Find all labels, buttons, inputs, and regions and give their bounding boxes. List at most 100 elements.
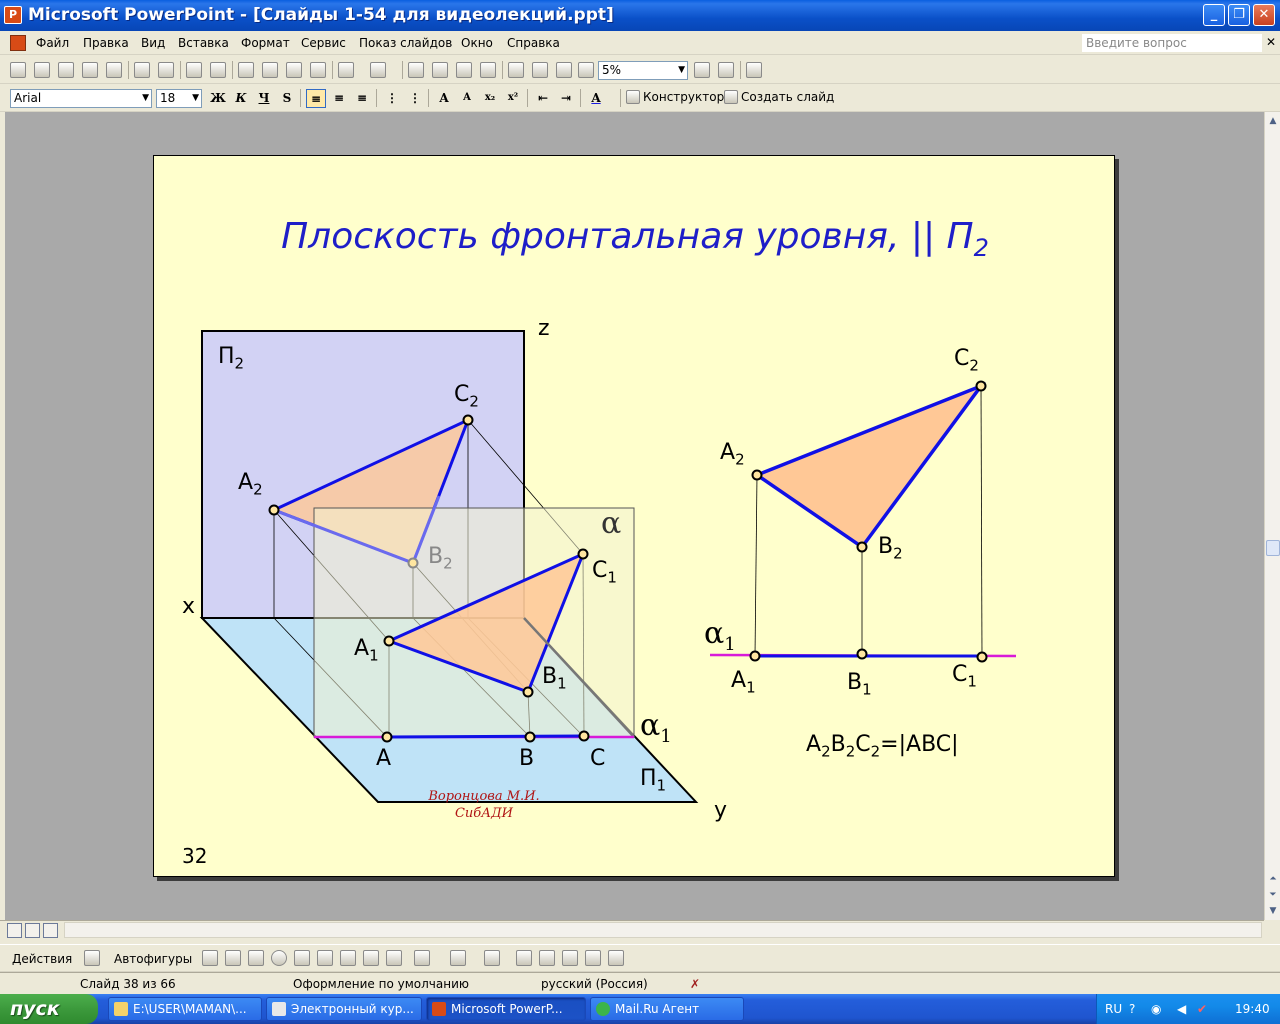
format-painter-icon[interactable] — [310, 62, 326, 78]
picture-icon[interactable] — [386, 950, 402, 966]
back-tray-icon[interactable]: ◀ — [1177, 1002, 1186, 1016]
task-mailru-agent[interactable]: Mail.Ru Агент — [590, 997, 744, 1021]
maximize-button[interactable]: ❐ — [1228, 4, 1250, 26]
menu-insert[interactable]: Вставка — [178, 36, 229, 50]
underline-button[interactable]: Ч — [254, 89, 274, 108]
diagram-icon[interactable] — [340, 950, 356, 966]
new-icon[interactable] — [10, 62, 26, 78]
permission-icon[interactable] — [82, 62, 98, 78]
slide-canvas[interactable]: Плоскость фронтальная уровня, || П2 z x … — [153, 155, 1115, 877]
align-center-icon[interactable]: ≡ — [329, 89, 349, 108]
slideshow-view-icon[interactable] — [43, 923, 58, 938]
expand-icon[interactable] — [508, 62, 524, 78]
arrow-icon[interactable] — [225, 950, 241, 966]
actions-menu[interactable]: Действия — [12, 952, 72, 966]
italic-button[interactable]: К — [231, 89, 251, 108]
save-icon[interactable] — [58, 62, 74, 78]
menu-view[interactable]: Вид — [141, 36, 165, 50]
task-explorer[interactable]: E:\USER\MAMAN\... — [108, 997, 262, 1021]
tables-borders-icon[interactable] — [456, 62, 472, 78]
menu-file[interactable]: Файл — [36, 36, 69, 50]
next-slide-icon[interactable]: ⏷ — [1266, 888, 1280, 902]
powerpoint-app-icon[interactable]: P — [4, 6, 22, 24]
subscript-icon[interactable]: x₂ — [480, 89, 500, 108]
line-color-icon[interactable] — [450, 950, 466, 966]
vertical-scrollbar[interactable]: ▲ ⏶ ⏷ ▼ — [1264, 112, 1280, 920]
color-grayscale-icon[interactable] — [578, 62, 594, 78]
bold-button[interactable]: Ж — [208, 89, 228, 108]
oval-icon[interactable] — [271, 950, 287, 966]
textbox-icon[interactable] — [294, 950, 310, 966]
decrease-indent-icon[interactable]: ⇤ — [533, 89, 553, 108]
help-tray-icon[interactable]: ? — [1129, 1002, 1135, 1016]
menu-format[interactable]: Формат — [241, 36, 290, 50]
hyperlink-icon[interactable] — [480, 62, 496, 78]
decrease-font-icon[interactable]: A — [457, 89, 477, 108]
spelling-icon[interactable] — [186, 62, 202, 78]
previous-slide-icon[interactable]: ⏶ — [1266, 872, 1280, 886]
slide-title[interactable]: Плоскость фронтальная уровня, || П2 — [154, 216, 1114, 262]
align-left-icon[interactable]: ≡ — [306, 89, 326, 108]
cut-icon[interactable] — [238, 62, 254, 78]
open-icon[interactable] — [34, 62, 50, 78]
help-question-input[interactable]: Введите вопрос — [1082, 34, 1262, 52]
wordart-icon[interactable] — [317, 950, 333, 966]
zoom-select[interactable]: 5% ▼ — [598, 61, 688, 80]
superscript-icon[interactable]: x² — [503, 89, 523, 108]
font-color-icon[interactable]: A — [586, 89, 606, 108]
font-name-select[interactable]: Arial ▼ — [10, 89, 152, 108]
start-button[interactable]: пуск — [0, 994, 98, 1024]
symbol-icon[interactable] — [694, 62, 710, 78]
menu-help[interactable]: Справка — [507, 36, 560, 50]
increase-font-icon[interactable]: A — [434, 89, 454, 108]
document-close-icon[interactable]: ✕ — [1266, 35, 1276, 49]
clipart-icon[interactable] — [363, 950, 379, 966]
text-color-icon[interactable] — [484, 950, 500, 966]
increase-indent-icon[interactable]: ⇥ — [556, 89, 576, 108]
menu-tools[interactable]: Сервис — [301, 36, 346, 50]
autoshapes-menu[interactable]: Автофигуры — [114, 952, 192, 966]
bullets-icon[interactable]: ⋮ — [405, 89, 425, 108]
sign-icon[interactable] — [718, 62, 734, 78]
3d-style-icon[interactable] — [608, 950, 624, 966]
normal-view-icon[interactable] — [7, 923, 22, 938]
align-right-icon[interactable]: ≡ — [352, 89, 372, 108]
paste-icon[interactable] — [286, 62, 302, 78]
help-icon[interactable] — [746, 62, 762, 78]
antivirus-tray-icon[interactable]: ✔ — [1197, 1002, 1207, 1016]
menu-window[interactable]: Окно — [461, 36, 493, 50]
select-arrow-icon[interactable] — [84, 950, 100, 966]
task-powerpoint[interactable]: Microsoft PowerP... — [426, 997, 586, 1021]
research-icon[interactable] — [210, 62, 226, 78]
scroll-down-icon[interactable]: ▼ — [1266, 904, 1280, 918]
shadow-style-icon[interactable] — [585, 950, 601, 966]
line-icon[interactable] — [202, 950, 218, 966]
slide-sorter-icon[interactable] — [25, 923, 40, 938]
horizontal-scrollbar[interactable] — [64, 922, 1262, 938]
task-browser[interactable]: Электронный кур... — [266, 997, 422, 1021]
redo-icon[interactable] — [370, 62, 386, 78]
arrow-style-icon[interactable] — [562, 950, 578, 966]
tray-app-icon[interactable]: ◉ — [1151, 1002, 1161, 1016]
table-icon[interactable] — [432, 62, 448, 78]
print-preview-icon[interactable] — [158, 62, 174, 78]
dash-style-icon[interactable] — [539, 950, 555, 966]
fill-color-icon[interactable] — [414, 950, 430, 966]
document-icon[interactable] — [10, 35, 26, 51]
scroll-up-icon[interactable]: ▲ — [1266, 114, 1280, 128]
copy-icon[interactable] — [262, 62, 278, 78]
font-size-select[interactable]: 18 ▼ — [156, 89, 202, 108]
numbering-icon[interactable]: ⋮ — [382, 89, 402, 108]
designer-button[interactable]: Конструктор — [643, 90, 724, 104]
email-icon[interactable] — [106, 62, 122, 78]
chart-icon[interactable] — [408, 62, 424, 78]
line-style-icon[interactable] — [516, 950, 532, 966]
menu-edit[interactable]: Правка — [83, 36, 129, 50]
rectangle-icon[interactable] — [248, 950, 264, 966]
close-button[interactable]: ✕ — [1253, 4, 1275, 26]
grid-icon[interactable] — [556, 62, 572, 78]
language-indicator[interactable]: RU — [1105, 1002, 1122, 1016]
show-formatting-icon[interactable] — [532, 62, 548, 78]
print-icon[interactable] — [134, 62, 150, 78]
new-slide-button[interactable]: Создать слайд — [741, 90, 834, 104]
